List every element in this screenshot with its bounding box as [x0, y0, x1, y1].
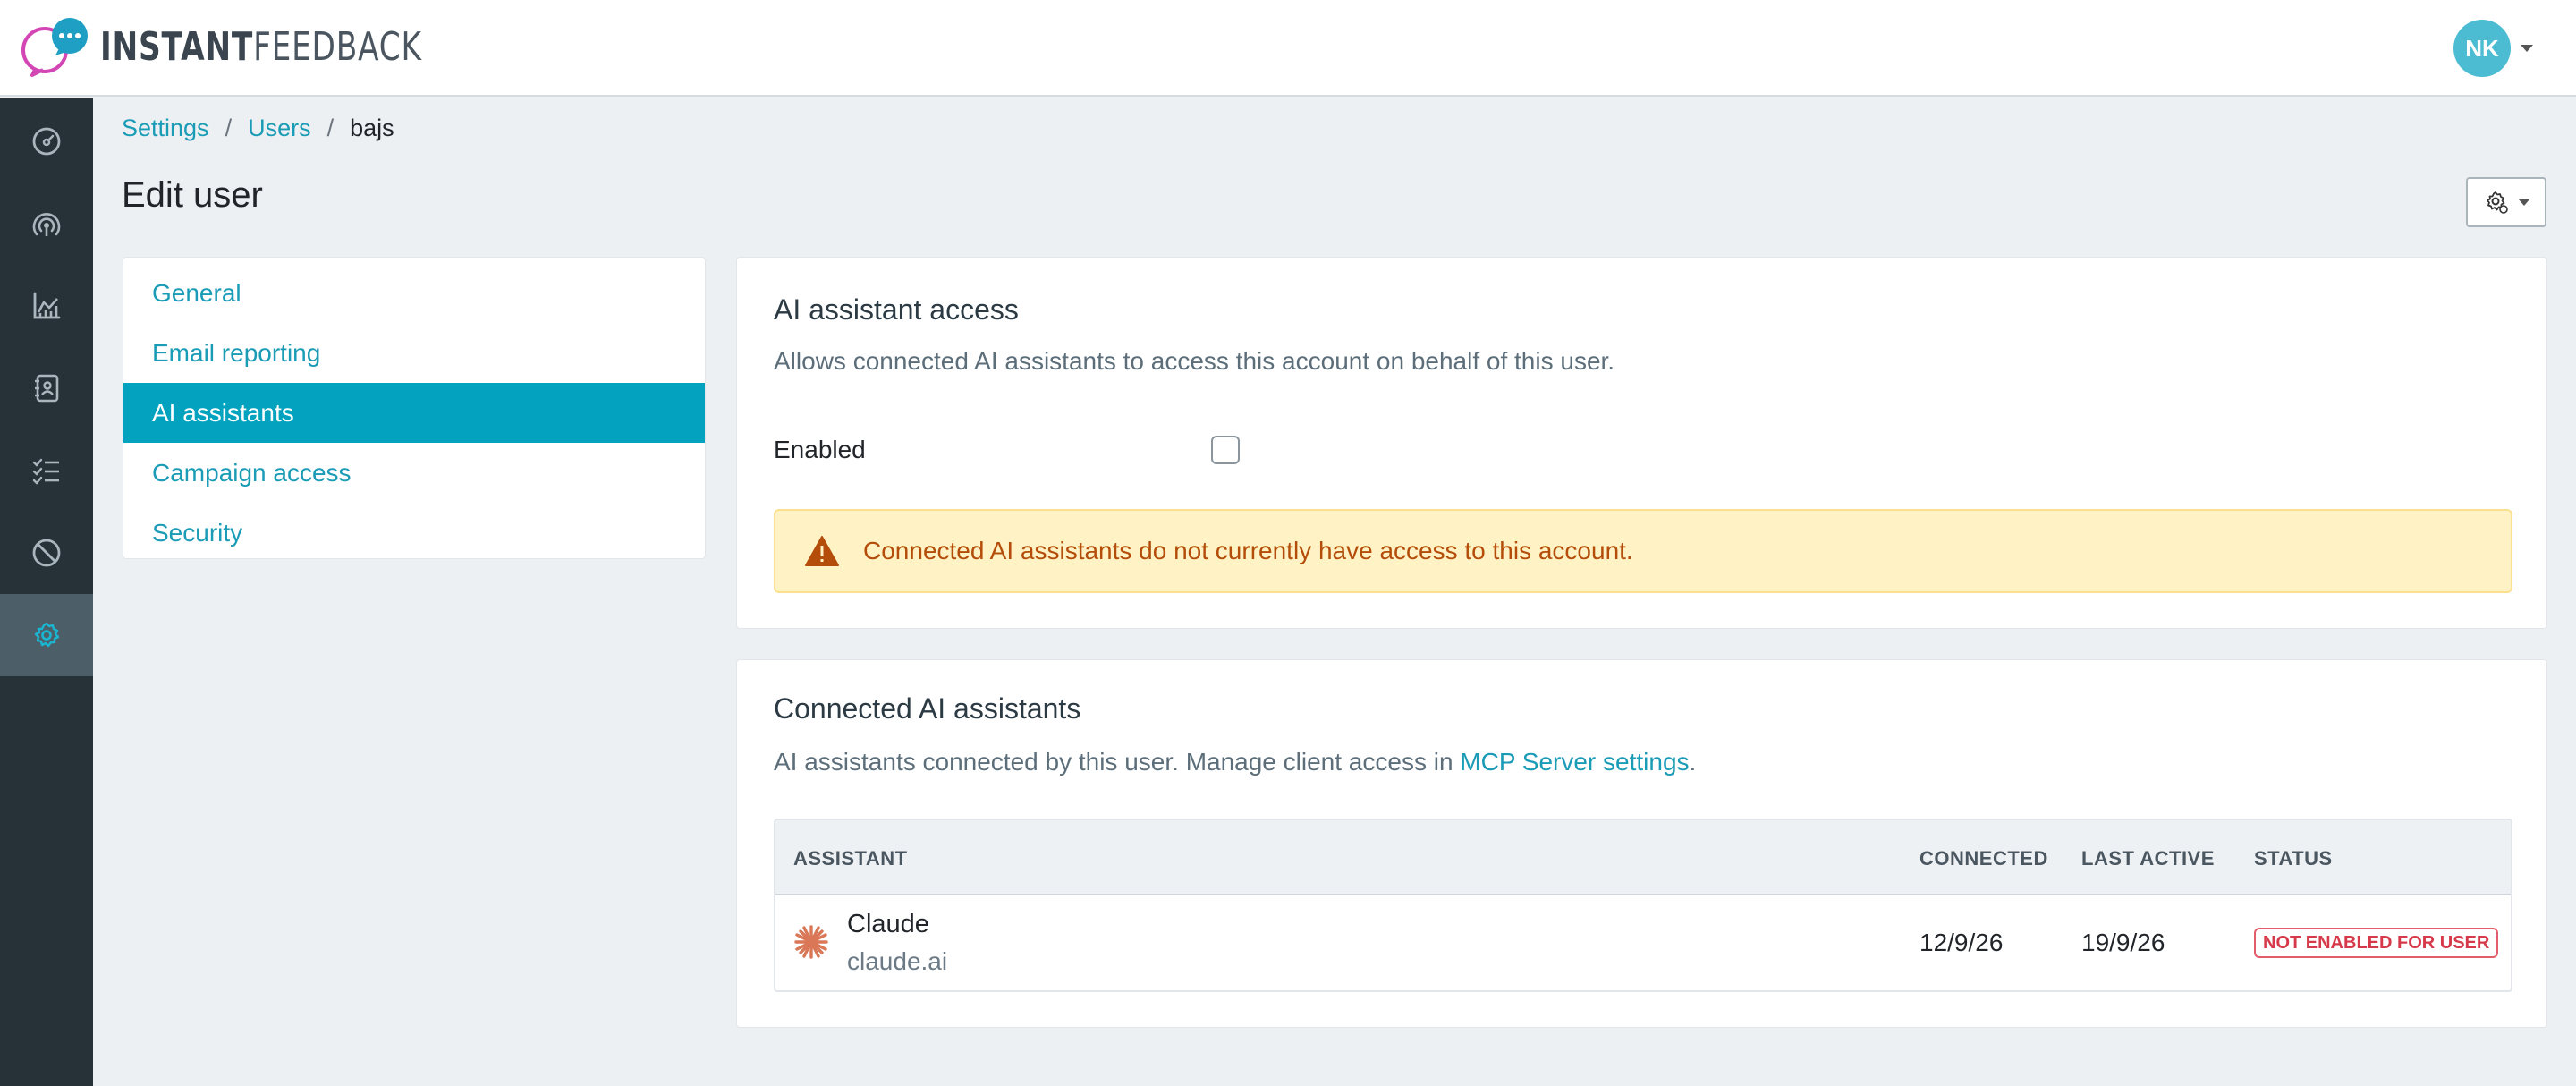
breadcrumb-users-link[interactable]: Users	[248, 115, 311, 142]
ban-icon	[32, 539, 61, 567]
warning-triangle-icon	[805, 536, 839, 566]
enabled-label: Enabled	[774, 436, 866, 463]
settings-dropdown-button[interactable]	[2466, 177, 2546, 227]
card-title: Connected AI assistants	[774, 692, 1081, 725]
last-active-date: 19/9/26	[2081, 929, 2165, 956]
page-title: Edit user	[122, 175, 263, 215]
mcp-server-settings-link[interactable]: MCP Server settings	[1460, 748, 1689, 776]
breadcrumb-current: bajs	[350, 115, 394, 141]
menu-item-email-reporting[interactable]: Email reporting	[123, 323, 705, 383]
breadcrumb: Settings / Users / bajs	[122, 115, 394, 142]
description-suffix: .	[1689, 748, 1697, 776]
nav-item-broadcast[interactable]	[0, 182, 93, 265]
card-description: Allows connected AI assistants to access…	[774, 347, 1615, 375]
warning-alert: Connected AI assistants do not currently…	[774, 509, 2512, 593]
user-settings-menu: General Email reporting AI assistants Ca…	[123, 257, 706, 559]
table-row: Claude claude.ai 12/9/26 19/9/26 NOT ENA…	[775, 895, 2511, 990]
card-title: AI assistant access	[774, 293, 1019, 326]
connected-assistants-card: Connected AI assistants AI assistants co…	[736, 659, 2547, 1028]
breadcrumb-settings-link[interactable]: Settings	[122, 115, 209, 142]
side-navigation	[0, 98, 93, 1086]
nav-item-analytics[interactable]	[0, 265, 93, 347]
connected-date: 12/9/26	[1919, 929, 2004, 956]
gear-icon	[34, 622, 60, 648]
breadcrumb-separator: /	[225, 115, 233, 141]
user-avatar[interactable]: NK	[2453, 20, 2511, 77]
warning-alert-text: Connected AI assistants do not currently…	[863, 537, 1633, 564]
column-header-last-active: LAST ACTIVE	[2081, 847, 2215, 870]
menu-item-ai-assistants[interactable]: AI assistants	[123, 383, 705, 443]
assistant-name: Claude	[847, 910, 929, 938]
app-logo[interactable]: INSTANTFEEDBACK	[20, 18, 513, 77]
logo-wordmark: INSTANTFEEDBACK	[100, 28, 422, 67]
breadcrumb-separator: /	[326, 115, 335, 141]
signal-icon	[32, 213, 61, 236]
column-header-status: STATUS	[2254, 847, 2333, 870]
table-header: ASSISTANT CONNECTED LAST ACTIVE STATUS	[775, 820, 2511, 895]
connected-assistants-table: ASSISTANT CONNECTED LAST ACTIVE STATUS C…	[774, 819, 2512, 992]
contacts-book-icon	[35, 374, 59, 403]
column-header-connected: CONNECTED	[1919, 847, 2048, 870]
assistant-domain: claude.ai	[847, 947, 948, 975]
checklist-icon	[32, 458, 59, 485]
nav-item-tasks[interactable]	[0, 429, 93, 512]
nav-item-blocked[interactable]	[0, 512, 93, 594]
gauge-icon	[32, 127, 61, 156]
menu-item-security[interactable]: Security	[123, 503, 705, 563]
card-description: AI assistants connected by this user. Ma…	[774, 748, 1696, 776]
column-header-assistant: ASSISTANT	[793, 847, 908, 870]
logo-chat-icon	[21, 18, 88, 77]
status-badge: NOT ENABLED FOR USER	[2254, 928, 2499, 958]
chart-icon	[33, 292, 61, 319]
top-bar: INSTANTFEEDBACK NK	[0, 0, 2576, 97]
enabled-checkbox[interactable]	[1211, 436, 1240, 464]
nav-item-contacts[interactable]	[0, 347, 93, 429]
ai-assistant-access-card: AI assistant access Allows connected AI …	[736, 257, 2547, 629]
claude-logo-icon	[794, 925, 828, 959]
logo-text-bold: INSTANT	[100, 24, 254, 70]
logo-text-light: FEEDBACK	[253, 24, 422, 70]
description-prefix: AI assistants connected by this user. Ma…	[774, 748, 1461, 776]
gear-settings-icon	[2487, 191, 2508, 214]
nav-item-dashboard[interactable]	[0, 100, 93, 182]
chevron-down-icon	[2519, 199, 2529, 206]
user-menu-caret-icon[interactable]	[2521, 45, 2533, 52]
nav-item-settings[interactable]	[0, 594, 93, 676]
menu-item-general[interactable]: General	[123, 263, 705, 323]
menu-item-campaign-access[interactable]: Campaign access	[123, 443, 705, 503]
